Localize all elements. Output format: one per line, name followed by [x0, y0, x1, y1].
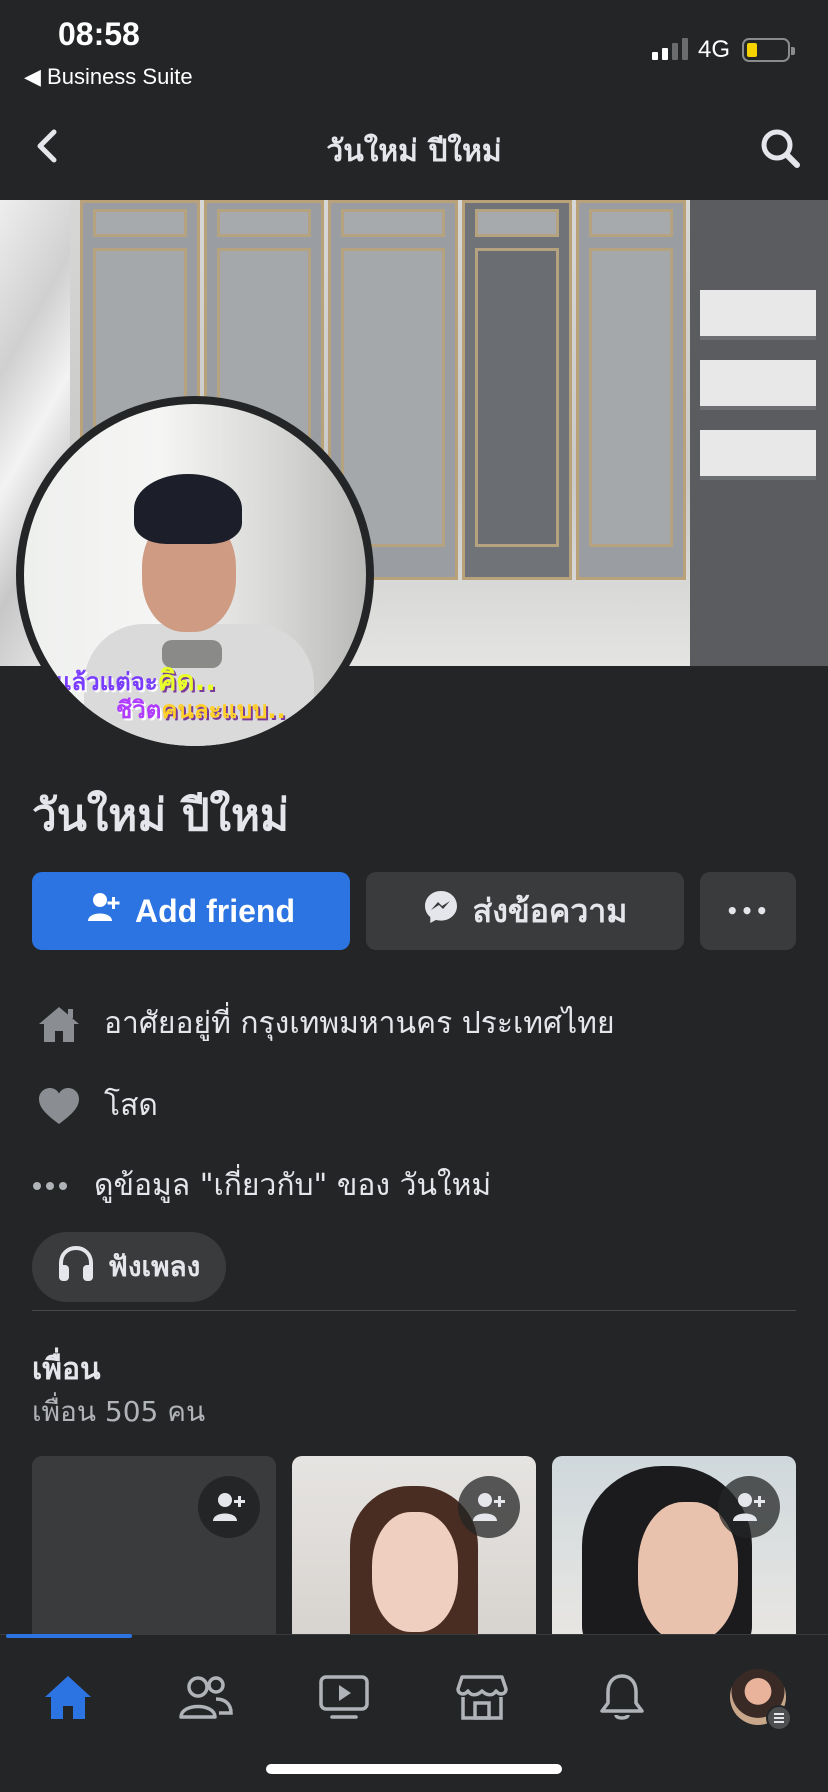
home-icon[interactable] — [28, 1665, 108, 1729]
marketplace-icon[interactable] — [442, 1665, 522, 1729]
ellipsis-icon — [32, 1181, 68, 1191]
headphones-icon — [56, 1245, 96, 1290]
heart-icon — [32, 1086, 86, 1126]
more-options-button[interactable]: ••• — [700, 872, 796, 950]
house-icon — [32, 1004, 86, 1044]
page-title: วันใหม่ ปีใหม่ — [326, 134, 502, 169]
menu-icon — [766, 1705, 792, 1731]
add-friend-button[interactable]: Add friend — [32, 872, 350, 950]
profile-avatar[interactable]: แล้วแต่จะคิด.. ชีวิตคนละแบบ.. — [16, 396, 374, 754]
add-friend-icon[interactable] — [718, 1476, 780, 1538]
watch-icon[interactable] — [304, 1665, 384, 1729]
lives-in-text: อาศัยอยู่ที่ กรุงเทพมหานคร ประเทศไทย — [104, 1006, 615, 1041]
friend-photo — [372, 1512, 458, 1632]
active-tab-indicator — [6, 1634, 132, 1638]
sticker-text-1b: แต่จะ — [99, 668, 158, 696]
ellipsis-icon: ••• — [725, 899, 771, 923]
section-divider — [32, 1310, 796, 1311]
search-icon[interactable] — [758, 126, 802, 174]
battery-icon — [742, 38, 795, 62]
notifications-icon[interactable] — [582, 1665, 662, 1729]
friend-card[interactable] — [552, 1456, 796, 1636]
friends-count: เพื่อน 505 คน — [32, 1395, 206, 1428]
message-label: ส่งข้อความ — [472, 891, 628, 930]
message-button[interactable]: ส่งข้อความ — [366, 872, 684, 950]
sticker-text-1c: คิด.. — [157, 664, 216, 697]
sticker-text-2a: ชีวิต — [116, 695, 162, 724]
friends-section-title[interactable]: เพื่อน — [32, 1346, 101, 1393]
music-chip[interactable]: ฟังเพลง — [32, 1232, 227, 1302]
see-about-text: ดูข้อมูล "เกี่ยวกับ" ของ วันใหม่ — [94, 1168, 492, 1203]
sticker-text-2b: คนละแบบ.. — [161, 695, 286, 724]
intro-see-about[interactable]: ดูข้อมูล "เกี่ยวกับ" ของ วันใหม่ — [32, 1162, 802, 1209]
back-to-app-link[interactable]: ◀ Business Suite — [24, 64, 193, 90]
profile-menu-icon[interactable] — [718, 1665, 798, 1731]
network-label: 4G — [698, 36, 731, 63]
status-bar: 08:58 ◀ Business Suite 4G — [0, 0, 828, 92]
friends-icon[interactable] — [166, 1665, 246, 1729]
relationship-text: โสด — [104, 1088, 158, 1123]
add-friend-icon[interactable] — [198, 1476, 260, 1538]
signal-icon — [652, 38, 688, 60]
intro-lives-in: อาศัยอยู่ที่ กรุงเทพมหานคร ประเทศไทย — [32, 1000, 802, 1047]
add-friend-icon[interactable] — [458, 1476, 520, 1538]
add-friend-label: Add friend — [135, 892, 295, 929]
status-time: 08:58 — [58, 16, 140, 52]
music-chip-label: ฟังเพลง — [108, 1250, 201, 1283]
sticker-text-1a: แล้ว — [56, 668, 100, 696]
intro-relationship: โสด — [32, 1082, 802, 1129]
profile-name: วันใหม่ ปีใหม่ — [32, 790, 290, 841]
messenger-icon — [423, 889, 459, 933]
avatar-sticker-text: แล้วแต่จะคิด.. ชีวิตคนละแบบ.. — [56, 664, 306, 724]
home-indicator[interactable] — [266, 1764, 562, 1774]
person-add-icon — [87, 891, 121, 931]
profile-header: วันใหม่ ปีใหม่ — [0, 108, 828, 188]
friend-card[interactable] — [32, 1456, 276, 1636]
avatar — [730, 1669, 792, 1731]
profile-photo: แล้วแต่จะคิด.. ชีวิตคนละแบบ.. — [24, 404, 366, 746]
friend-card[interactable] — [292, 1456, 536, 1636]
